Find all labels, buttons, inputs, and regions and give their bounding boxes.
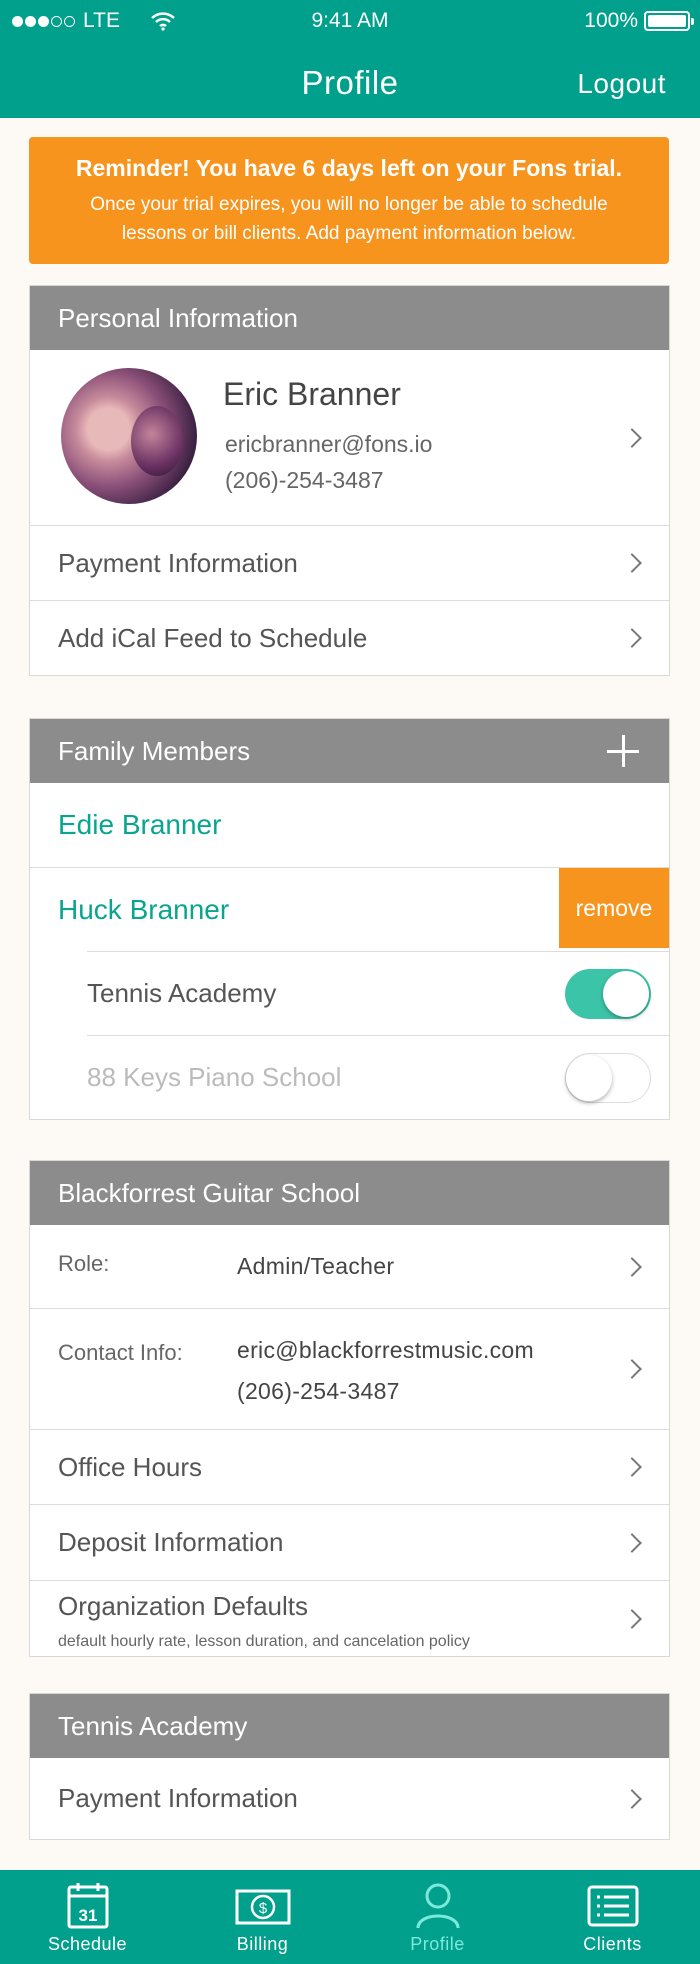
contact-info-row[interactable]: Contact Info: eric@blackforrestmusic.com… [30,1308,669,1429]
battery-percent: 100% [584,9,638,32]
battery-icon [644,11,694,31]
member-name: Huck Branner [58,893,230,925]
chevron-right-icon [622,1457,642,1477]
tennis-academy-card: Tennis Academy Payment Information [29,1693,670,1840]
section-header-guitar-school: Blackforrest Guitar School [30,1161,669,1225]
school-toggle-row-piano: 88 Keys Piano School [87,1035,669,1119]
profile-phone: (206)-254-3487 [225,467,384,493]
school-name: 88 Keys Piano School [87,1062,342,1092]
chevron-right-icon [622,1359,642,1379]
row-label: Add iCal Feed to Schedule [58,622,368,653]
reminder-body: Once your trial expires, you will no lon… [29,190,669,248]
piano-school-toggle[interactable] [565,1052,651,1103]
chevron-right-icon [622,553,642,573]
battery-area: 100% [584,9,694,33]
tab-schedule[interactable]: 31 Schedule [0,1870,175,1964]
dollar-bill-icon: $ [235,1889,290,1925]
list-icon [587,1885,638,1927]
tab-label: Profile [410,1934,465,1954]
chevron-right-icon [622,1256,642,1277]
trial-reminder-banner: Reminder! You have 6 days left on your F… [29,137,669,264]
app-header: LTE 9:41 AM 100% Profile Logout [0,0,700,118]
reminder-title: Reminder! You have 6 days left on your F… [75,155,623,181]
tennis-payment-information-row[interactable]: Payment Information [30,1758,669,1839]
tennis-academy-toggle[interactable] [565,968,651,1019]
section-header-personal: Personal Information [30,286,669,350]
chevron-right-icon [622,1608,642,1629]
tab-label: Schedule [47,1934,128,1954]
add-family-member-plus-icon[interactable] [607,735,639,767]
family-members-card: Family Members Edie Branner Huck Branner… [29,718,670,1120]
profile-name: Eric Branner [223,376,401,412]
calendar-day: 31 [78,1906,97,1925]
office-hours-row[interactable]: Office Hours [30,1429,669,1504]
ical-feed-row[interactable]: Add iCal Feed to Schedule [30,600,669,675]
school-toggle-row-tennis: Tennis Academy [87,951,669,1035]
tab-label: Clients [583,1934,642,1954]
contact-email: eric@blackforrestmusic.com [237,1337,534,1363]
chevron-right-icon [622,427,642,448]
contact-label: Contact Info: [58,1340,183,1365]
family-member-huck[interactable]: Huck Branner remove [30,867,669,951]
tab-clients[interactable]: Clients [525,1870,700,1964]
status-bar: LTE 9:41 AM 100% [0,0,700,40]
member-name: Edie Branner [58,809,222,840]
row-label: Payment Information [58,1783,298,1813]
person-icon [416,1883,459,1929]
organization-defaults-row[interactable]: Organization Defaults default hourly rat… [30,1580,669,1656]
role-row[interactable]: Role: Admin/Teacher [30,1225,669,1308]
payment-information-row[interactable]: Payment Information [30,525,669,600]
section-title: Family Members [58,735,251,766]
profile-summary-row[interactable]: Eric Branner ericbranner@fons.io (206)-2… [30,350,669,525]
personal-information-card: Personal Information Eric Branner ericbr… [29,285,670,676]
chevron-right-icon [622,628,642,648]
role-value: Admin/Teacher [237,1253,395,1279]
tab-billing[interactable]: $ Billing [175,1870,350,1964]
bottom-tab-bar: 31 Schedule $ Billing Profile Clients [0,1870,700,1964]
row-label: Payment Information [58,547,298,578]
role-label: Role: [58,1251,110,1276]
row-caption: default hourly rate, lesson duration, an… [58,1633,470,1650]
svg-text:$: $ [258,1900,267,1917]
reminder-body-line: Once your trial expires, you will no lon… [90,194,608,215]
contact-phone: (206)-254-3487 [237,1378,400,1404]
reminder-body-line: lessons or bill clients. Add payment inf… [121,223,577,244]
chevron-right-icon [622,1532,642,1553]
avatar [61,368,197,504]
calendar-icon: 31 [67,1883,108,1929]
guitar-school-card: Blackforrest Guitar School Role: Admin/T… [29,1160,670,1657]
row-label: Office Hours [58,1451,203,1482]
profile-email: ericbranner@fons.io [225,431,433,457]
remove-member-button[interactable]: remove [559,868,669,948]
chevron-right-icon [622,1788,642,1809]
row-label: Deposit Information [58,1527,284,1557]
row-label: Organization Defaults [58,1591,309,1621]
tab-profile[interactable]: Profile [350,1870,525,1964]
section-header-tennis: Tennis Academy [30,1694,669,1758]
tab-label: Billing [236,1934,289,1954]
family-member-edie[interactable]: Edie Branner [30,783,669,867]
section-header-family: Family Members [30,719,669,783]
deposit-information-row[interactable]: Deposit Information [30,1504,669,1580]
school-name: Tennis Academy [87,978,277,1008]
logout-button[interactable]: Logout [577,68,666,100]
